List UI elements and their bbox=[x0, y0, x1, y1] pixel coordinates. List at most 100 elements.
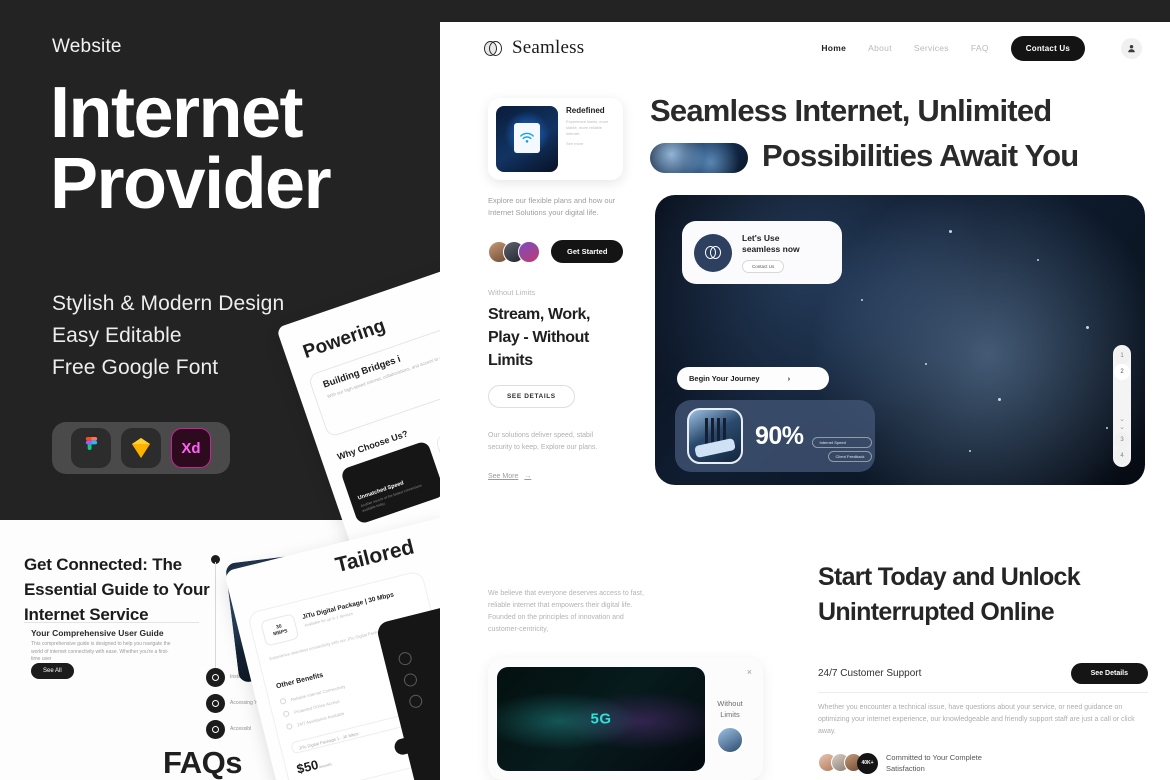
hero-globe-image: Let's Use seamless now Contact Us Begin … bbox=[655, 195, 1145, 485]
user-account-icon[interactable] bbox=[1121, 37, 1142, 59]
chevron-down-icon: ⌄ bbox=[1119, 424, 1125, 431]
redefined-body: Experience faster, more stable, more rel… bbox=[566, 119, 609, 136]
site-navbar: Seamless Home About Services FAQ Contact… bbox=[440, 22, 1170, 74]
five-g-image: 5G bbox=[497, 667, 705, 771]
tailored-title: Tailored bbox=[333, 535, 417, 578]
guide-body: This comprehensive guide is designed to … bbox=[31, 641, 171, 662]
package-price: $50/month bbox=[295, 756, 333, 777]
lets-use-contact-button[interactable]: Contact Us bbox=[742, 259, 785, 273]
lets-use-text: Let's Use seamless now Contact Us bbox=[742, 233, 800, 273]
promo-feature-list: Stylish & Modern Design Easy Editable Fr… bbox=[52, 288, 284, 384]
begin-journey-button[interactable]: Begin Your Journey › bbox=[677, 367, 829, 390]
lead-copy: Explore our flexible plans and how our I… bbox=[488, 196, 616, 217]
without-limits-heading: Stream, Work, Play - Without Limits bbox=[488, 306, 591, 369]
pager-item-1[interactable]: 1 bbox=[1114, 348, 1130, 364]
lets-use-line1: Let's Use bbox=[742, 232, 780, 243]
stat-value: 90% bbox=[755, 421, 804, 450]
stat-tag: Internet Speed bbox=[811, 436, 873, 448]
promo-feature: Free Google Font bbox=[52, 356, 219, 379]
redefined-title: Redefined bbox=[566, 106, 605, 115]
chevron-right-icon: › bbox=[787, 374, 791, 383]
without-limits-eyebrow: Without Limits bbox=[488, 288, 536, 297]
pager-item-4[interactable]: 4 bbox=[1114, 448, 1130, 464]
timeline-icon-accessible bbox=[206, 720, 225, 739]
sketch-icon bbox=[121, 428, 161, 468]
router-thumb-image bbox=[716, 726, 744, 754]
chevron-down-icon: ⌄ bbox=[1119, 416, 1125, 423]
support-row: 24/7 Customer Support See Details bbox=[818, 663, 1148, 684]
redefined-more-link[interactable]: See more bbox=[566, 141, 615, 147]
lets-use-line2: seamless now bbox=[742, 243, 800, 254]
get-started-wrap: Get Started bbox=[551, 240, 624, 263]
redefined-text: Redefined Experience faster, more stable… bbox=[566, 106, 615, 172]
see-more-link[interactable]: See More → bbox=[488, 473, 531, 480]
promo-title-line2: Provider bbox=[50, 143, 332, 224]
see-details-outline-button[interactable]: SEE DETAILS bbox=[488, 385, 575, 408]
begin-journey-label: Begin Your Journey bbox=[689, 374, 760, 383]
speed-stat-card: 90% Internet Speed Client Feedback bbox=[675, 400, 875, 472]
faqs-heading: FAQs bbox=[163, 745, 242, 780]
five-g-side-line2: Limits bbox=[720, 710, 740, 719]
timeline-icon-installing bbox=[206, 668, 225, 687]
promo-feature: Easy Editable bbox=[52, 324, 182, 347]
benefits-title: Other Benefits bbox=[275, 671, 325, 691]
start-today-line1: Start Today and Unlock bbox=[818, 563, 1081, 591]
promo-title-line1: Internet bbox=[50, 73, 304, 153]
brand-name: Seamless bbox=[512, 37, 585, 58]
guide-divider bbox=[24, 622, 199, 623]
speed-unit: MBPS bbox=[272, 628, 289, 638]
guide-title: Get Connected: The Essential Guide to Yo… bbox=[24, 555, 210, 624]
redefined-card[interactable]: Redefined Experience faster, more stable… bbox=[488, 98, 623, 180]
contact-us-button[interactable]: Contact Us bbox=[1010, 35, 1085, 61]
stat-tag: Client Feedback bbox=[827, 450, 873, 462]
app-compat-group: Xd bbox=[52, 422, 230, 474]
commitment-line2: Satisfaction bbox=[886, 764, 925, 773]
five-g-label: 5G bbox=[590, 710, 612, 728]
nav-item-home[interactable]: Home bbox=[821, 43, 846, 53]
nav-item-services[interactable]: Services bbox=[914, 43, 949, 53]
hero-headline-line2-wrap: Possibilities Await You bbox=[650, 133, 1160, 178]
browser-top-bar bbox=[440, 0, 1170, 22]
see-all-button[interactable]: See All bbox=[31, 663, 74, 679]
promo-eyebrow: Website bbox=[52, 36, 122, 57]
brand[interactable]: Seamless bbox=[484, 37, 584, 59]
pager-item-3[interactable]: 3 bbox=[1114, 432, 1130, 448]
five-g-side: Without Limits bbox=[707, 698, 753, 754]
see-details-button[interactable]: See Details bbox=[1070, 663, 1148, 684]
commitment-avatars: 40K+ bbox=[818, 752, 878, 774]
timeline-label: Accessing Y bbox=[230, 700, 258, 706]
hero-headline-line2: Possibilities Await You bbox=[762, 138, 1079, 173]
lets-use-card: Let's Use seamless now Contact Us bbox=[682, 221, 842, 284]
five-g-card: 5G × Without Limits bbox=[488, 658, 763, 780]
promo-feature: Stylish & Modern Design bbox=[52, 292, 285, 315]
nav-item-about[interactable]: About bbox=[868, 43, 892, 53]
arrow-right-icon: → bbox=[524, 473, 532, 480]
support-label: 24/7 Customer Support bbox=[818, 668, 922, 679]
start-today-heading: Start Today and Unlock Uninterrupted Onl… bbox=[818, 560, 1158, 630]
promo-title: Internet Provider bbox=[50, 77, 430, 224]
get-started-button[interactable]: Get Started bbox=[551, 240, 624, 263]
hero-headline-line1: Seamless Internet, Unlimited bbox=[650, 93, 1052, 128]
commitment-row: 40K+ Committed to Your Complete Satisfac… bbox=[818, 752, 982, 774]
galaxy-pill-image bbox=[650, 143, 748, 173]
speed-badge: 30 MBPS bbox=[260, 613, 300, 647]
believe-copy: We believe that everyone deserves access… bbox=[488, 590, 644, 633]
nav-item-faq[interactable]: FAQ bbox=[971, 43, 989, 53]
website-mockup: Seamless Home About Services FAQ Contact… bbox=[440, 0, 1170, 780]
adobe-xd-label: Xd bbox=[181, 439, 201, 457]
adobe-xd-icon: Xd bbox=[171, 428, 211, 468]
close-icon[interactable]: × bbox=[747, 667, 752, 677]
pager-item-2[interactable]: 2 bbox=[1114, 364, 1130, 380]
solutions-copy: Our solutions deliver speed, stabil secu… bbox=[488, 432, 598, 451]
timeline-label: Accessibl bbox=[230, 726, 252, 732]
commitment-text: Committed to Your Complete Satisfaction bbox=[886, 752, 982, 774]
avatar bbox=[518, 241, 540, 263]
router-image bbox=[687, 408, 743, 464]
hero-pagination[interactable]: 1 2 ⌄ ⌄ 3 4 bbox=[1113, 345, 1131, 467]
count-badge: 40K+ bbox=[857, 752, 878, 774]
guide-subtitle: Your Comprehensive User Guide bbox=[31, 628, 164, 638]
stat-tags: Internet Speed Client Feedback bbox=[811, 436, 873, 462]
tablet-shape bbox=[514, 123, 540, 154]
figma-icon bbox=[71, 428, 111, 468]
promo-panel: Website Internet Provider Stylish & Mode… bbox=[0, 0, 440, 780]
